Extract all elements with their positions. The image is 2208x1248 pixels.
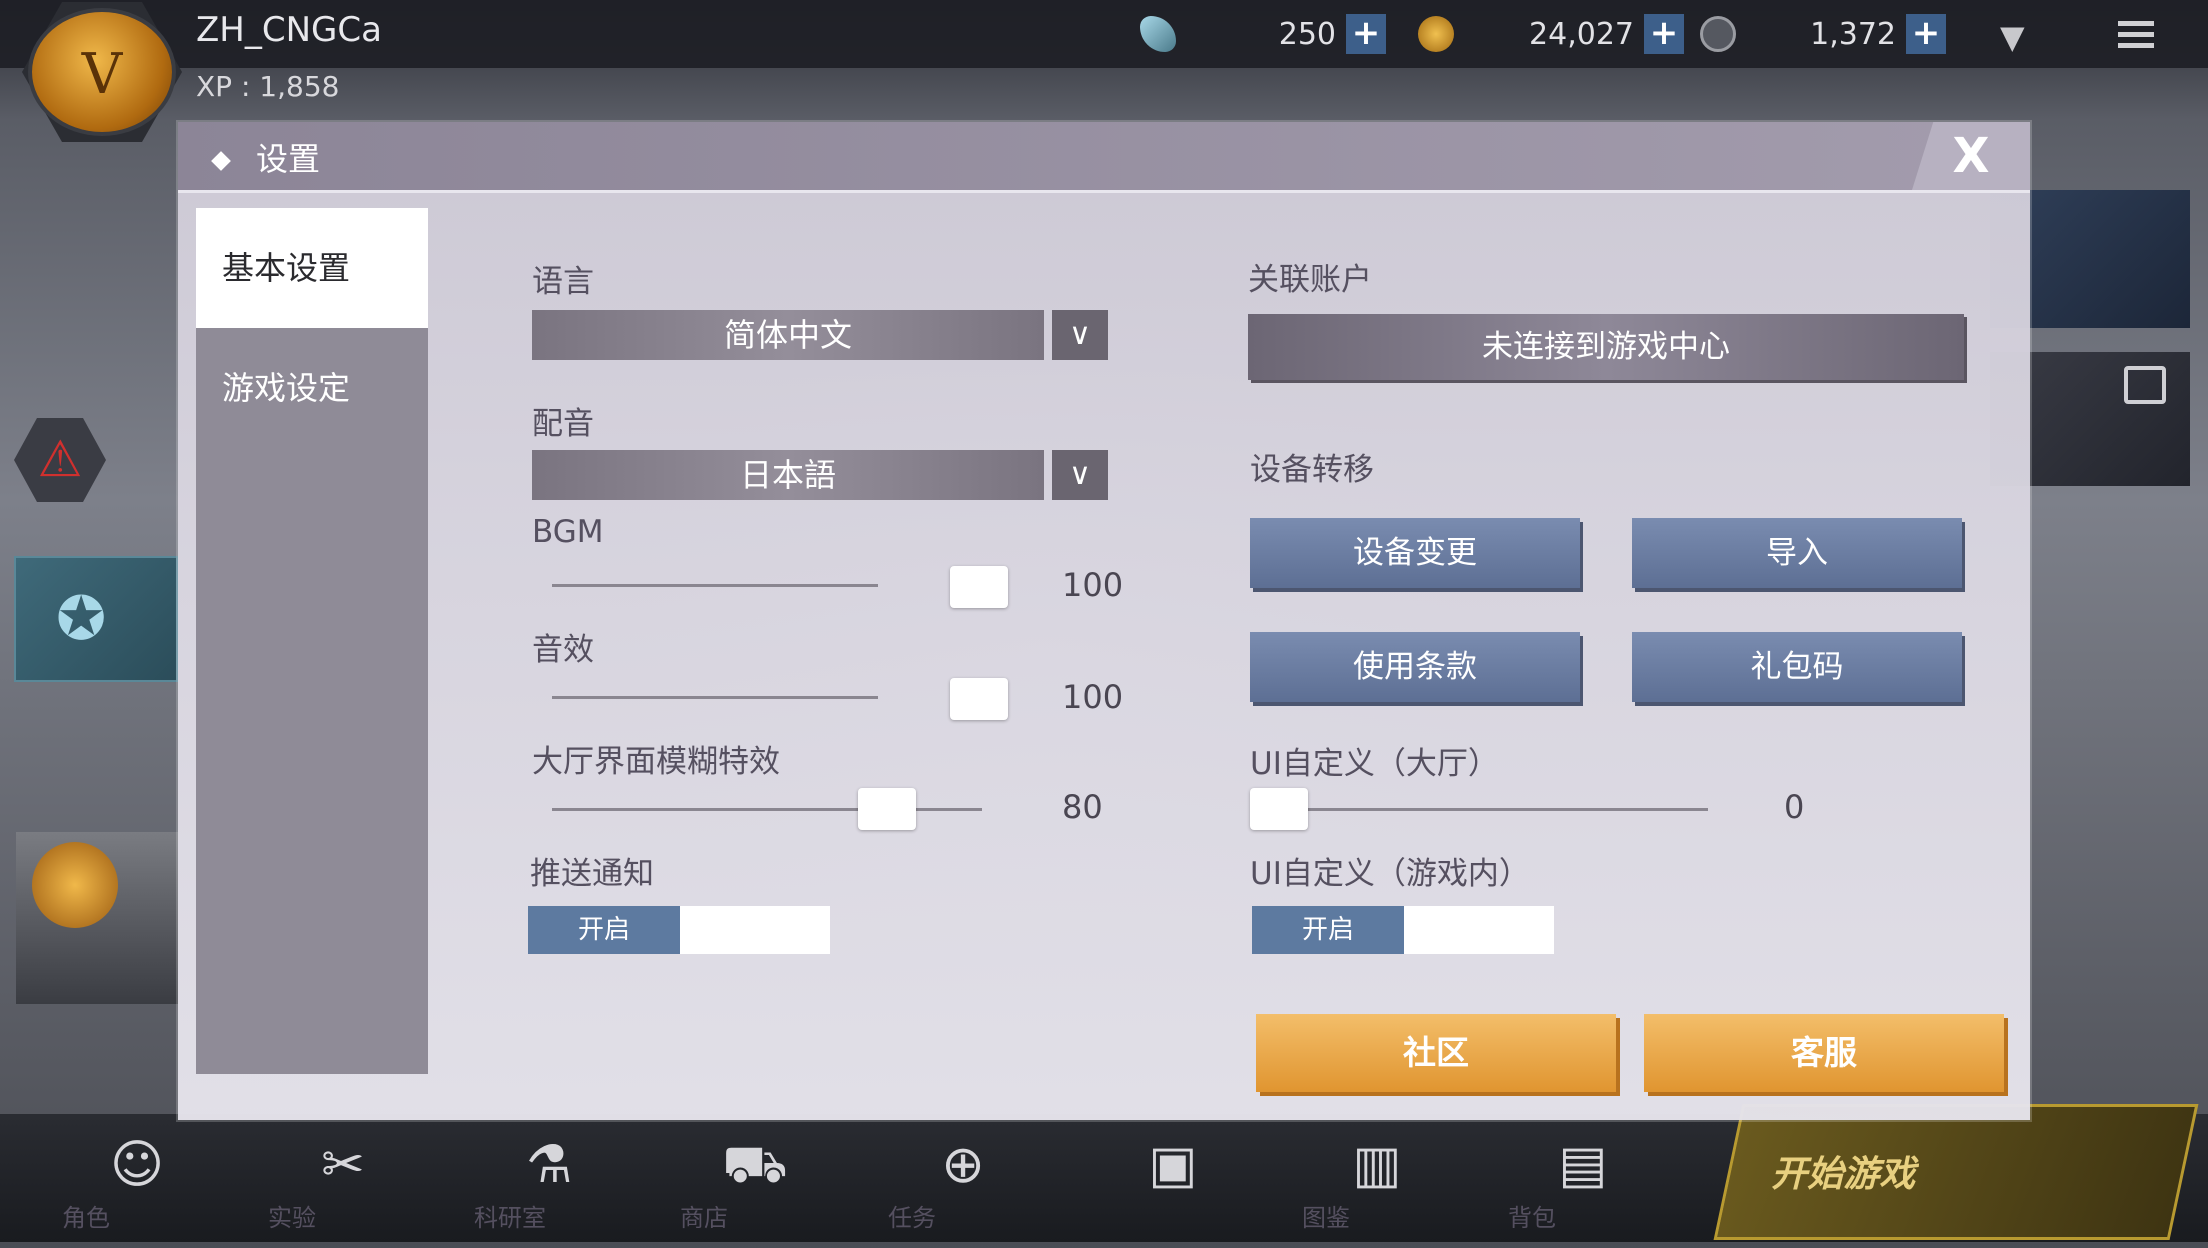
lock-icon	[2124, 366, 2166, 404]
blur-value: 80	[1062, 788, 1103, 826]
player-xp: XP : 1,858	[196, 70, 340, 103]
nav-lab[interactable]: ⚗ 科研室	[474, 1120, 624, 1248]
resource-gems: 250 +	[1140, 14, 1386, 54]
push-label: 推送通知	[530, 856, 654, 892]
flask-icon: ⚗	[525, 1135, 573, 1195]
add-gems-button[interactable]: +	[1346, 14, 1386, 54]
community-button[interactable]: 社区	[1256, 1014, 1616, 1092]
lock-icon: ▣	[1148, 1135, 1198, 1195]
push-toggle[interactable]: 开启	[528, 906, 830, 954]
resource-gems-value: 250	[1278, 16, 1336, 52]
import-button[interactable]: 导入	[1632, 518, 1962, 588]
blur-slider-track[interactable]	[552, 808, 982, 811]
tab-game-settings[interactable]: 游戏设定	[196, 328, 428, 448]
player-avatar[interactable]: V	[32, 12, 172, 132]
add-bp-button[interactable]: +	[1906, 14, 1946, 54]
expand-dropdown-icon[interactable]: ▼	[2000, 18, 2025, 56]
sfx-value: 100	[1062, 678, 1124, 716]
sfx-slider-thumb[interactable]	[950, 678, 1008, 720]
nav-locked[interactable]: ▣	[1098, 1120, 1248, 1248]
experiment-weapons-icon: ✂	[321, 1135, 365, 1195]
nav-label: 商店	[680, 1204, 728, 1232]
add-gold-button[interactable]: +	[1644, 14, 1684, 54]
modal-title-text: 设置	[256, 140, 321, 178]
nav-shop[interactable]: ⛟ 商店	[680, 1120, 830, 1248]
support-button[interactable]: 客服	[1644, 1014, 2004, 1092]
blur-label: 大厅界面模糊特效	[532, 744, 780, 780]
target-icon: ⊕	[941, 1135, 985, 1195]
ui-ingame-toggle-on: 开启	[1252, 906, 1404, 954]
language-label: 语言	[532, 264, 594, 300]
transfer-label: 设备转移	[1250, 452, 1374, 488]
terms-button[interactable]: 使用条款	[1250, 632, 1580, 702]
bgm-value: 100	[1062, 566, 1124, 604]
star-emblem-icon: ✪	[56, 584, 107, 654]
books-icon: ▥	[1352, 1135, 1402, 1195]
ui-lobby-value: 0	[1784, 788, 1805, 826]
start-game-label: 开始游戏	[1771, 1154, 1916, 1195]
side-event-card[interactable]: ✪	[14, 556, 178, 682]
language-dropdown[interactable]: 简体中文 ∨	[532, 310, 1108, 360]
bgm-slider-track[interactable]	[552, 584, 878, 587]
nav-label: 任务	[888, 1204, 936, 1232]
bgm-label: BGM	[532, 514, 604, 550]
rank-emblem-icon: V	[81, 42, 123, 107]
blur-slider-thumb[interactable]	[857, 788, 916, 830]
start-game-button[interactable]: 开始游戏	[1713, 1104, 2199, 1240]
settings-modal: 设置 X 基本设置 游戏设定 语言 简体中文 ∨ 配音 日本語 ∨ BGM 10…	[178, 122, 2030, 1120]
gold-coin-icon	[1418, 16, 1454, 52]
resource-gold: 24,027 +	[1418, 14, 1684, 54]
chevron-down-icon: ∨	[1052, 450, 1108, 500]
hamburger-menu-icon[interactable]	[2118, 16, 2154, 54]
ui-ingame-toggle[interactable]: 开启	[1252, 906, 1554, 954]
cart-icon: ⛟	[722, 1135, 788, 1195]
resource-bp-value: 1,372	[1810, 16, 1896, 52]
gold-coin-icon	[32, 842, 118, 928]
nav-backpack[interactable]: ▤ 背包	[1508, 1120, 1658, 1248]
voice-dropdown[interactable]: 日本語 ∨	[532, 450, 1108, 500]
game-center-button[interactable]: 未连接到游戏中心	[1248, 314, 1964, 380]
nav-label: 背包	[1508, 1204, 1556, 1232]
close-button[interactable]: X	[1912, 122, 2030, 190]
side-gift-card[interactable]	[16, 832, 178, 1004]
ui-lobby-slider-track[interactable]	[1250, 808, 1708, 811]
nav-missions[interactable]: ⊕ 任务	[888, 1120, 1038, 1248]
modal-title: 设置	[211, 134, 321, 180]
language-value: 简体中文	[532, 310, 1044, 360]
nav-label: 实验	[268, 1204, 316, 1232]
nav-experiment[interactable]: ✂ 实验	[268, 1120, 418, 1248]
voice-value: 日本語	[532, 450, 1044, 500]
sfx-slider-track[interactable]	[552, 696, 878, 699]
gift-code-button[interactable]: 礼包码	[1632, 632, 1962, 702]
modal-header: 设置 X	[178, 122, 2030, 193]
nav-label: 图鉴	[1302, 1204, 1350, 1232]
tab-basic-settings[interactable]: 基本设置	[196, 208, 428, 328]
bgm-slider-thumb[interactable]	[950, 566, 1008, 608]
feather-gem-icon	[1140, 16, 1176, 52]
diamond-icon	[211, 151, 231, 171]
account-label: 关联账户	[1248, 262, 1372, 298]
ui-lobby-label: UI自定义（大厅）	[1250, 746, 1499, 782]
bp-paw-icon	[1700, 16, 1736, 52]
nav-collection[interactable]: ▥ 图鉴	[1302, 1120, 1452, 1248]
resource-bp: 1,372 +	[1700, 14, 1946, 54]
character-icon: ☺	[109, 1135, 165, 1195]
device-change-button[interactable]: 设备变更	[1250, 518, 1580, 588]
settings-tabs: 基本设置 游戏设定	[196, 208, 428, 1074]
resource-gold-value: 24,027	[1529, 16, 1634, 52]
ui-lobby-slider-thumb[interactable]	[1250, 788, 1308, 830]
push-toggle-on: 开启	[528, 906, 680, 954]
nav-label: 科研室	[474, 1204, 546, 1232]
warning-icon: ⚠	[37, 430, 83, 488]
sfx-label: 音效	[532, 632, 594, 668]
player-name: ZH_CNGCa	[196, 10, 382, 50]
nav-character[interactable]: ☺ 角色	[62, 1120, 212, 1248]
nav-label: 角色	[62, 1204, 110, 1232]
chevron-down-icon: ∨	[1052, 310, 1108, 360]
voice-label: 配音	[532, 406, 594, 442]
ui-ingame-label: UI自定义（游戏内）	[1250, 856, 1530, 892]
backpack-icon: ▤	[1558, 1135, 1608, 1195]
